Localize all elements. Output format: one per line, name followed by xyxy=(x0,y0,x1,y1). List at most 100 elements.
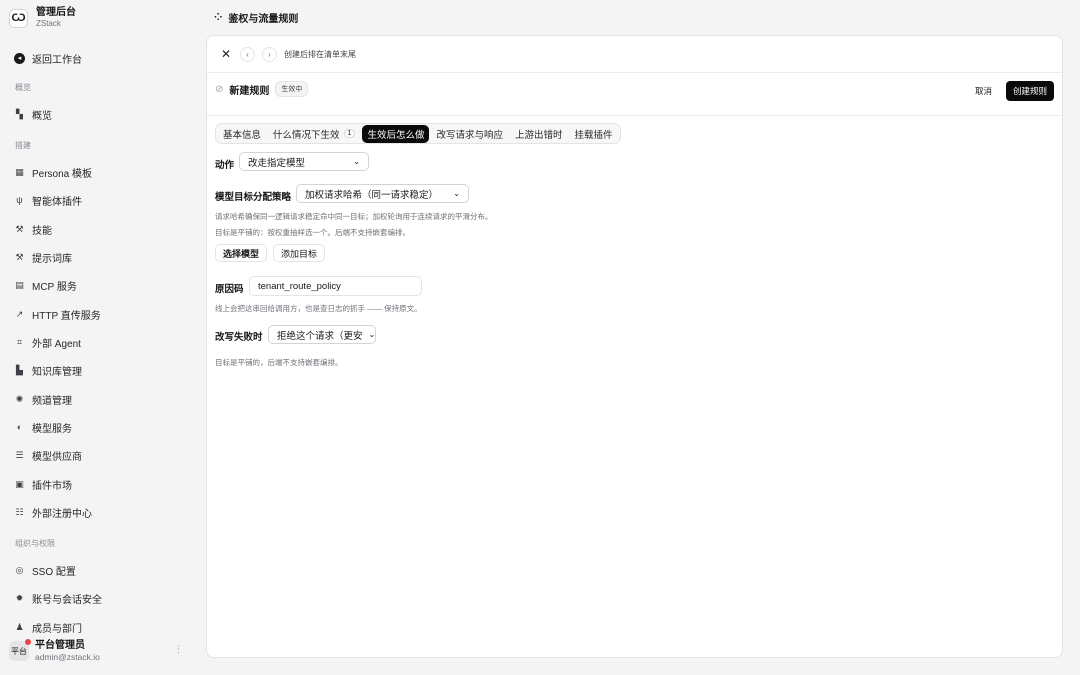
registry-icon: ☷ xyxy=(15,506,24,517)
book-icon: ▙ xyxy=(16,364,23,375)
fail-action-select[interactable]: 拒绝这个请求（更安 ⌄ xyxy=(268,325,376,344)
reason-hint: 线上会把这串回给调用方，也是查日志的抓手 —— 保持原文。 xyxy=(215,304,422,313)
rule-header: ⊘ 新建规则 生效中 xyxy=(215,81,309,97)
chevron-down-icon: ⌄ xyxy=(453,189,460,198)
prev-icon[interactable]: ‹ xyxy=(240,46,255,62)
provider-icon: ☰ xyxy=(15,449,24,460)
strategy-select[interactable]: 加权请求哈希（同一请求稳定） ⌄ xyxy=(296,184,469,203)
sidebar-item-sso[interactable]: ◎ SSO 配置 xyxy=(14,560,76,580)
tab-actions[interactable]: 生效后怎么做 xyxy=(362,124,430,143)
rules-icon: ⁘ xyxy=(214,12,223,23)
reason-code-input[interactable] xyxy=(249,276,422,296)
plug-icon: ψ xyxy=(16,195,23,205)
avatar: 平台 xyxy=(9,639,31,661)
tab-label: 改写请求与响应 xyxy=(436,129,503,141)
sidebar-item-overview[interactable]: ▚ 概览 xyxy=(14,104,52,124)
brand-logo-icon: Ѡ xyxy=(9,8,28,28)
divider xyxy=(207,115,1062,116)
market-icon: ▣ xyxy=(15,478,24,489)
fail-select-value: 拒绝这个请求（更安 xyxy=(277,330,363,342)
server-icon: ▤ xyxy=(15,279,24,290)
sidebar-item-label: 模型供应商 xyxy=(32,451,82,463)
sidebar-item-registry[interactable]: ☷ 外部注册中心 xyxy=(14,502,92,522)
sso-icon: ◎ xyxy=(15,564,24,575)
tab-upstream-error[interactable]: 上游出错时 xyxy=(510,125,568,143)
tab-rewrite[interactable]: 改写请求与响应 xyxy=(431,125,508,143)
tab-label: 基本信息 xyxy=(223,129,262,141)
sidebar-item-label: 模型服务 xyxy=(32,423,72,435)
sidebar-item-prompts[interactable]: ⚒ 提示词库 xyxy=(14,247,72,267)
section-org: 组织与权限 xyxy=(15,539,55,548)
members-icon: ♟ xyxy=(15,621,24,632)
topbar-hint: 创建后排在清单末尾 xyxy=(284,49,356,59)
brand-title: 管理后台 xyxy=(36,7,76,18)
sidebar-item-http[interactable]: ↗ HTTP 直传服务 xyxy=(14,304,101,324)
rule-panel: ✕ ‹ › 创建后排在清单末尾 ⊘ 新建规则 生效中 取消 创建规则 基本信息 … xyxy=(206,35,1063,658)
sidebar-item-plugin-market[interactable]: ▣ 插件市场 xyxy=(14,474,72,494)
section-overview: 概览 xyxy=(15,83,31,92)
sidebar-item-label: MCP 服务 xyxy=(32,281,77,293)
sidebar-item-label: 外部 Agent xyxy=(32,338,81,350)
sidebar-item-agent-plugins[interactable]: ψ 智能体插件 xyxy=(14,190,82,210)
create-rule-button[interactable]: 创建规则 xyxy=(1005,81,1054,101)
agent-icon: ⌗ xyxy=(16,336,23,347)
next-icon[interactable]: › xyxy=(262,46,277,62)
sidebar-item-label: 技能 xyxy=(32,225,52,237)
sidebar-item-label: 知识库管理 xyxy=(32,366,82,378)
tab-label: 挂载插件 xyxy=(574,129,613,141)
sidebar-item-model-services[interactable]: ◐ 模型服务 xyxy=(14,417,72,437)
tab-count-badge: 1 xyxy=(343,129,356,138)
strategy-select-value: 加权请求哈希（同一请求稳定） xyxy=(305,189,439,201)
action-select[interactable]: 改走指定模型 ⌄ xyxy=(239,152,369,171)
sidebar-item-label: SSO 配置 xyxy=(32,566,76,578)
sidebar-item-persona[interactable]: ▦ Persona 模板 xyxy=(14,162,92,182)
tab-basic-info[interactable]: 基本信息 xyxy=(218,125,266,143)
panel-topbar: ✕ ‹ › 创建后排在清单末尾 xyxy=(207,36,1062,73)
cancel-button[interactable]: 取消 xyxy=(969,81,998,101)
rule-actions: 取消 创建规则 xyxy=(969,81,1054,101)
strategy-label: 模型目标分配策略 xyxy=(215,192,292,203)
sidebar-item-model-providers[interactable]: ☰ 模型供应商 xyxy=(14,445,82,465)
avatar-text: 平台 xyxy=(11,646,27,656)
sidebar-item-mcp[interactable]: ▤ MCP 服务 xyxy=(14,275,77,295)
page-title: 鉴权与流量规则 xyxy=(228,14,299,25)
select-model-button[interactable]: 选择模型 xyxy=(215,244,268,262)
add-target-button[interactable]: 添加目标 xyxy=(273,244,326,262)
security-icon: ✹ xyxy=(15,592,24,603)
sidebar-item-label: 频道管理 xyxy=(32,395,72,407)
more-icon[interactable]: ⋮ xyxy=(174,644,183,655)
prompt-icon: ⚒ xyxy=(15,251,24,262)
strategy-hint: 请求哈希确保同一逻辑请求稳定命中同一目标；加权轮询用于连续请求的平滑分布。 xyxy=(215,212,493,221)
fail-hint: 目标是平铺的，后端不支持嵌套编排。 xyxy=(215,358,343,367)
tab-label: 什么情况下生效 xyxy=(273,129,340,141)
sidebar-item-security[interactable]: ✹ 账号与会话安全 xyxy=(14,588,102,608)
status-badge: 生效中 xyxy=(275,81,309,97)
sidebar-item-label: 返回工作台 xyxy=(32,54,82,66)
user-profile[interactable]: 平台 平台管理员 admin@zstack.io ⋮ xyxy=(9,638,189,664)
target-hint: 目标是平铺的：按权重抽样选一个。后端不支持嵌套编排。 xyxy=(215,228,410,237)
tool-icon: ⚒ xyxy=(15,223,24,234)
rule-tabs: 基本信息 什么情况下生效 1 生效后怎么做 改写请求与响应 上游出错时 挂载插件 xyxy=(215,123,621,144)
sidebar-item-back[interactable]: ◂ 返回工作台 xyxy=(14,48,82,68)
sidebar-item-channels[interactable]: ✺ 频道管理 xyxy=(14,389,72,409)
chevron-down-icon: ⌄ xyxy=(353,157,360,166)
sidebar-item-members[interactable]: ♟ 成员与部门 xyxy=(14,617,82,637)
sidebar-item-skills[interactable]: ⚒ 技能 xyxy=(14,219,52,239)
tab-conditions[interactable]: 什么情况下生效 1 xyxy=(268,125,360,143)
fail-label: 改写失败时 xyxy=(215,332,263,343)
sidebar-item-label: 成员与部门 xyxy=(32,623,82,635)
user-email: admin@zstack.io xyxy=(35,651,100,662)
sidebar-item-label: HTTP 直传服务 xyxy=(32,310,101,322)
sidebar-item-external-agent[interactable]: ⌗ 外部 Agent xyxy=(14,332,81,352)
page-header: ⁘ 鉴权与流量规则 xyxy=(214,10,298,25)
sidebar: Ѡ 管理后台 ZStack ◂ 返回工作台 概览 ▚ 概览 搭建 ▦ Perso… xyxy=(0,0,200,675)
user-name: 平台管理员 xyxy=(35,639,85,651)
back-arrow-icon: ◂ xyxy=(14,52,25,64)
tab-plugins[interactable]: 挂载插件 xyxy=(569,125,617,143)
reason-label: 原因码 xyxy=(215,284,244,295)
close-icon[interactable]: ✕ xyxy=(219,47,233,61)
brand: Ѡ 管理后台 ZStack xyxy=(9,7,76,29)
action-label: 动作 xyxy=(215,160,235,171)
rule-title: 新建规则 xyxy=(229,85,270,97)
sidebar-item-knowledge[interactable]: ▙ 知识库管理 xyxy=(14,360,82,380)
